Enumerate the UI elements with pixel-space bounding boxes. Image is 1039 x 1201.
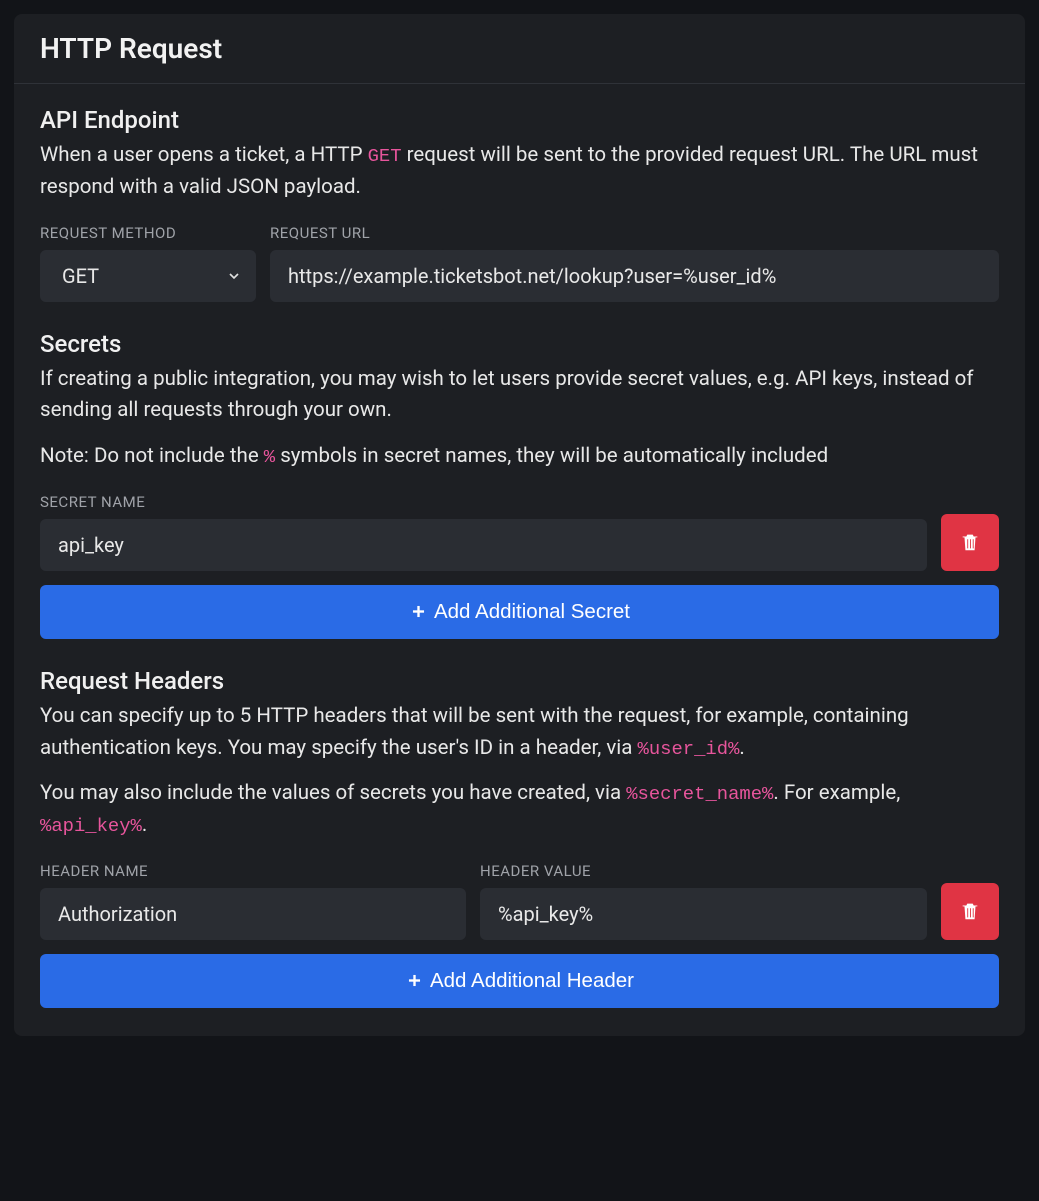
headers-title: Request Headers — [40, 667, 999, 695]
secrets-description-2: Note: Do not include the % symbols in se… — [40, 441, 999, 473]
desc-text: symbols in secret names, they will be au… — [275, 444, 828, 468]
secrets-description-1: If creating a public integration, you ma… — [40, 364, 999, 428]
add-header-button[interactable]: Add Additional Header — [40, 954, 999, 1008]
api-key-code: %api_key% — [40, 815, 142, 837]
request-method-select-wrap: GET — [40, 250, 256, 302]
delete-secret-button[interactable] — [941, 514, 999, 571]
percent-code: % — [264, 446, 275, 468]
card-title: HTTP Request — [40, 32, 999, 65]
secret-name-col: SECRET NAME — [40, 493, 927, 571]
add-secret-label: Add Additional Secret — [434, 600, 630, 624]
desc-text: . — [142, 813, 147, 837]
header-name-label: HEADER NAME — [40, 862, 466, 880]
request-method-select[interactable]: GET — [40, 250, 256, 302]
request-url-input[interactable] — [270, 250, 999, 302]
desc-text: . For example, — [773, 781, 900, 805]
header-row: HEADER NAME HEADER VALUE — [40, 862, 999, 940]
header-value-col: HEADER VALUE — [480, 862, 927, 940]
card-body: API Endpoint When a user opens a ticket,… — [14, 84, 1025, 1012]
card-header: HTTP Request — [14, 14, 1025, 84]
http-request-card: HTTP Request API Endpoint When a user op… — [14, 14, 1025, 1036]
header-name-col: HEADER NAME — [40, 862, 466, 940]
headers-section: Request Headers You can specify up to 5 … — [40, 667, 999, 1008]
request-method-label: REQUEST METHOD — [40, 224, 256, 242]
delete-header-button[interactable] — [941, 883, 999, 940]
request-url-label: REQUEST URL — [270, 224, 999, 242]
desc-text: You may also include the values of secre… — [40, 781, 626, 805]
secret-name-input[interactable] — [40, 519, 927, 571]
trash-icon — [959, 531, 981, 553]
secrets-title: Secrets — [40, 330, 999, 358]
headers-description-1: You can specify up to 5 HTTP headers tha… — [40, 701, 999, 765]
api-endpoint-description: When a user opens a ticket, a HTTP GET r… — [40, 140, 999, 204]
request-url-col: REQUEST URL — [270, 224, 999, 302]
header-value-label: HEADER VALUE — [480, 862, 927, 880]
header-name-input[interactable] — [40, 888, 466, 940]
request-method-col: REQUEST METHOD GET — [40, 224, 256, 302]
add-header-label: Add Additional Header — [430, 969, 634, 993]
desc-text: Note: Do not include the — [40, 444, 264, 468]
api-endpoint-section: API Endpoint When a user opens a ticket,… — [40, 106, 999, 302]
plus-icon — [409, 602, 428, 621]
secret-row: SECRET NAME — [40, 493, 999, 571]
headers-description-2: You may also include the values of secre… — [40, 778, 999, 842]
secret-name-code: %secret_name% — [626, 783, 773, 805]
endpoint-row: REQUEST METHOD GET REQUEST URL — [40, 224, 999, 302]
desc-text: When a user opens a ticket, a HTTP — [40, 143, 368, 167]
trash-icon — [959, 900, 981, 922]
user-id-code: %user_id% — [638, 738, 740, 760]
get-method-code: GET — [368, 145, 402, 167]
header-value-input[interactable] — [480, 888, 927, 940]
secrets-section: Secrets If creating a public integration… — [40, 330, 999, 639]
secret-name-label: SECRET NAME — [40, 493, 927, 511]
add-secret-button[interactable]: Add Additional Secret — [40, 585, 999, 639]
plus-icon — [405, 971, 424, 990]
api-endpoint-title: API Endpoint — [40, 106, 999, 134]
desc-text: You can specify up to 5 HTTP headers tha… — [40, 704, 909, 760]
desc-text: . — [739, 736, 744, 760]
